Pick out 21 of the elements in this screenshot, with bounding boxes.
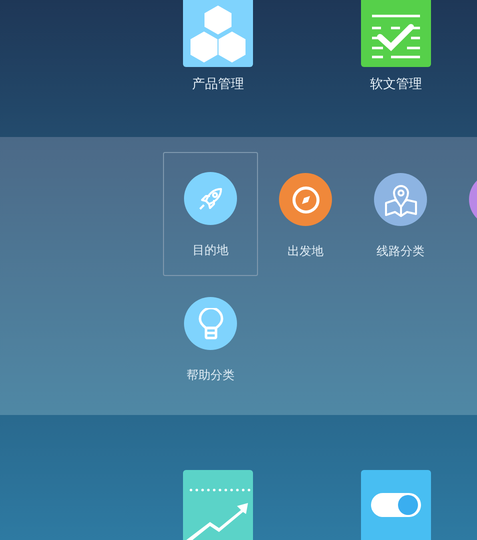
category-item[interactable]: 线路分类 (353, 152, 448, 276)
app-tile[interactable] (361, 470, 431, 540)
category-label: 线路分类 (376, 243, 424, 260)
cubes-icon (190, 2, 246, 64)
checklist-icon (371, 13, 421, 59)
app-tile[interactable] (183, 0, 253, 67)
app-tile[interactable] (361, 0, 431, 67)
category-label: 目的地 (192, 242, 228, 259)
tile-label: 软文管理 (370, 75, 422, 93)
category-label: 出发地 (288, 243, 324, 260)
lightbulb-icon (198, 308, 224, 340)
compass-icon (290, 184, 320, 214)
app-tile[interactable] (183, 470, 253, 540)
category-item[interactable]: 出发地 (258, 152, 353, 276)
trend-chart-icon (185, 486, 251, 540)
tile-label: 产品管理 (192, 75, 244, 93)
toggle-icon (370, 492, 422, 518)
category-item[interactable]: 帮助分类 (163, 276, 258, 400)
category-label: 帮助分类 (186, 367, 234, 384)
category-item[interactable]: 目的地 (163, 152, 258, 276)
map-pin-icon (384, 182, 418, 216)
